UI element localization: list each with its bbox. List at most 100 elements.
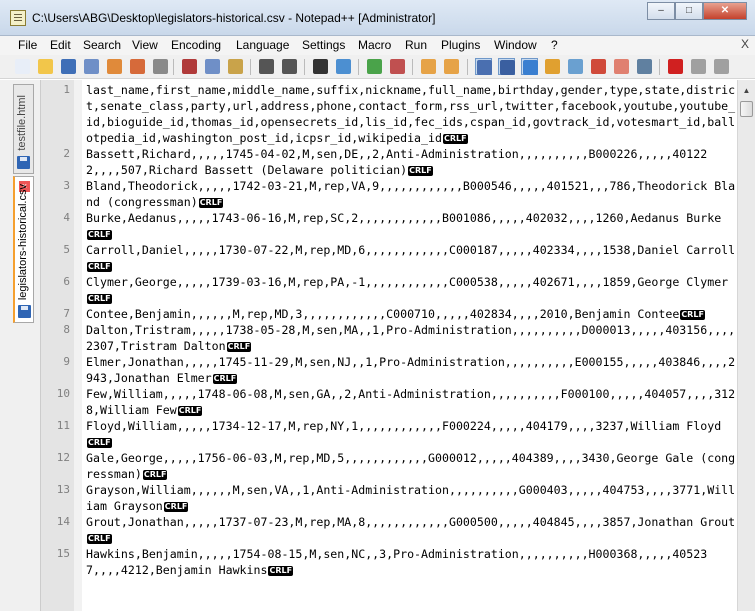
line-text: Burke,Aedanus,,,,,1743-06-16,M,rep,SC,2,… — [86, 210, 737, 242]
crlf-marker: CRLF — [87, 262, 112, 272]
menu-language[interactable]: Language — [236, 38, 289, 52]
menu-settings[interactable]: Settings — [302, 38, 345, 52]
close-button[interactable] — [106, 58, 123, 75]
play-macro-button[interactable] — [713, 58, 730, 75]
language-button[interactable] — [544, 58, 561, 75]
zoom-out-button[interactable] — [389, 58, 406, 75]
sync-horizontal-button[interactable] — [443, 58, 460, 75]
minimize-button[interactable]: – — [647, 2, 675, 20]
stop-macro-icon — [691, 59, 706, 74]
editor-line[interactable]: 15 Hawkins,Benjamin,,,,,1754-08-15,M,sen,… — [41, 546, 737, 578]
print-button[interactable] — [152, 58, 169, 75]
crlf-marker: CRLF — [163, 502, 189, 512]
menu-edit[interactable]: Edit — [50, 38, 71, 52]
tab-legislators-historical-csv[interactable]: × legislators-historical.csv — [13, 176, 34, 323]
folder-workspace-button[interactable] — [613, 58, 630, 75]
editor-line[interactable]: 2 Bassett,Richard,,,,,1745-04-02,M,sen,DE… — [41, 146, 737, 178]
copy-button[interactable] — [204, 58, 221, 75]
editor-line[interactable]: 1 last_name,first_name,middle_name,suffix… — [41, 82, 737, 146]
sync-horizontal-icon — [444, 59, 459, 74]
zoom-in-button[interactable] — [366, 58, 383, 75]
crlf-marker: CRLF — [442, 134, 468, 144]
editor-line[interactable]: 9 Elmer,Jonathan,,,,,1745-11-29,M,sen,NJ,… — [41, 354, 737, 386]
monitoring-button[interactable] — [636, 58, 653, 75]
sync-vertical-button[interactable] — [420, 58, 437, 75]
close-document-button[interactable]: X — [741, 37, 749, 51]
csv-text: last_name,first_name,middle_name,suffix,… — [86, 83, 736, 145]
window-controls: – □ ✕ — [647, 2, 747, 20]
line-number: 1 — [63, 83, 70, 96]
tab-testfile-html[interactable]: testfile.html — [13, 84, 34, 174]
menu-view[interactable]: View — [132, 38, 158, 52]
line-text: Dalton,Tristram,,,,,1738-05-28,M,sen,MA,… — [86, 322, 737, 354]
copy-icon — [205, 59, 220, 74]
editor-line[interactable]: 12 Gale,George,,,,,1756-06-03,M,rep,MD,5,… — [41, 450, 737, 482]
paste-button[interactable] — [227, 58, 244, 75]
stop-macro-button[interactable] — [690, 58, 707, 75]
menu-macro[interactable]: Macro — [358, 38, 391, 52]
line-text: Bland,Theodorick,,,,,1742-03-21,M,rep,VA… — [86, 178, 737, 210]
editor-line[interactable]: 13 Grayson,William,,,,,,M,sen,VA,,1,Anti-… — [41, 482, 737, 514]
editor-line[interactable]: 10 Few,William,,,,,1748-06-08,M,sen,GA,,2… — [41, 386, 737, 418]
toolbar-separator — [250, 59, 251, 75]
new-file-button[interactable] — [14, 58, 31, 75]
redo-button[interactable] — [281, 58, 298, 75]
line-number: 14 — [56, 515, 70, 528]
record-macro-button[interactable] — [667, 58, 684, 75]
editor-line[interactable]: 8 Dalton,Tristram,,,,,1738-05-28,M,sen,MA… — [41, 322, 737, 354]
line-number: 12 — [56, 451, 70, 464]
open-file-button[interactable] — [37, 58, 54, 75]
editor-line[interactable]: 7 Contee,Benjamin,,,,,,M,rep,MD,3,,,,,,,,… — [41, 306, 737, 322]
find-button[interactable] — [312, 58, 329, 75]
menu-plugins[interactable]: Plugins — [441, 38, 480, 52]
text-editor[interactable]: 1 last_name,first_name,middle_name,suffix… — [40, 80, 737, 611]
line-number: 7 — [63, 307, 70, 320]
close-all-button[interactable] — [129, 58, 146, 75]
replace-button[interactable] — [335, 58, 352, 75]
line-text: Bassett,Richard,,,,,1745-04-02,M,sen,DE,… — [86, 146, 737, 178]
menu-encoding[interactable]: Encoding — [171, 38, 221, 52]
cut-button[interactable] — [181, 58, 198, 75]
editor-line[interactable]: 14 Grout,Jonathan,,,,,1737-07-23,M,rep,MA… — [41, 514, 737, 546]
menu-help[interactable]: ? — [551, 38, 558, 52]
editor-line[interactable]: 11 Floyd,William,,,,,1734-12-17,M,rep,NY,… — [41, 418, 737, 450]
menu-window[interactable]: Window — [494, 38, 537, 52]
open-file-icon — [38, 59, 53, 74]
line-number: 8 — [63, 323, 70, 336]
scroll-up-icon[interactable]: ▲ — [740, 84, 753, 97]
show-all-characters-button[interactable] — [498, 58, 515, 75]
editor-line[interactable]: 6 Clymer,George,,,,,1739-03-16,M,rep,PA,-… — [41, 274, 737, 306]
line-text: Floyd,William,,,,,1734-12-17,M,rep,NY,1,… — [86, 418, 737, 450]
indent-guide-button[interactable] — [521, 58, 538, 75]
save-all-button[interactable] — [83, 58, 100, 75]
saved-file-icon — [18, 305, 31, 318]
menu-run[interactable]: Run — [405, 38, 427, 52]
line-number: 9 — [63, 355, 70, 368]
close-window-button[interactable]: ✕ — [703, 2, 747, 20]
document-tab-strip: testfile.html × legislators-historical.c… — [0, 80, 40, 611]
maximize-button[interactable]: □ — [675, 2, 703, 20]
scrollbar-thumb[interactable] — [740, 101, 753, 117]
function-list-button[interactable] — [590, 58, 607, 75]
save-button[interactable] — [60, 58, 77, 75]
csv-text: Bassett,Richard,,,,,1745-04-02,M,sen,DE,… — [86, 147, 708, 177]
notepad-plus-plus-icon — [10, 10, 26, 26]
csv-text: Grout,Jonathan,,,,,1737-07-23,M,rep,MA,8… — [86, 515, 736, 529]
crlf-marker: CRLF — [268, 566, 294, 576]
editor-line[interactable]: 5 Carroll,Daniel,,,,,1730-07-22,M,rep,MD,… — [41, 242, 737, 274]
print-icon — [153, 59, 168, 74]
undo-button[interactable] — [258, 58, 275, 75]
vertical-scrollbar[interactable]: ▲ — [737, 80, 755, 611]
crlf-marker: CRLF — [87, 534, 112, 544]
word-wrap-button[interactable] — [475, 58, 492, 75]
toolbar — [0, 55, 755, 79]
menu-file[interactable]: File — [18, 38, 37, 52]
document-map-button[interactable] — [567, 58, 584, 75]
editor-line[interactable]: 4 Burke,Aedanus,,,,,1743-06-16,M,rep,SC,2… — [41, 210, 737, 242]
toolbar-separator — [467, 59, 468, 75]
paste-icon — [228, 59, 243, 74]
saved-file-icon — [17, 156, 30, 169]
menu-search[interactable]: Search — [83, 38, 121, 52]
csv-text: Gale,George,,,,,1756-06-03,M,rep,MD,5,,,… — [86, 451, 736, 481]
editor-line[interactable]: 3 Bland,Theodorick,,,,,1742-03-21,M,rep,V… — [41, 178, 737, 210]
